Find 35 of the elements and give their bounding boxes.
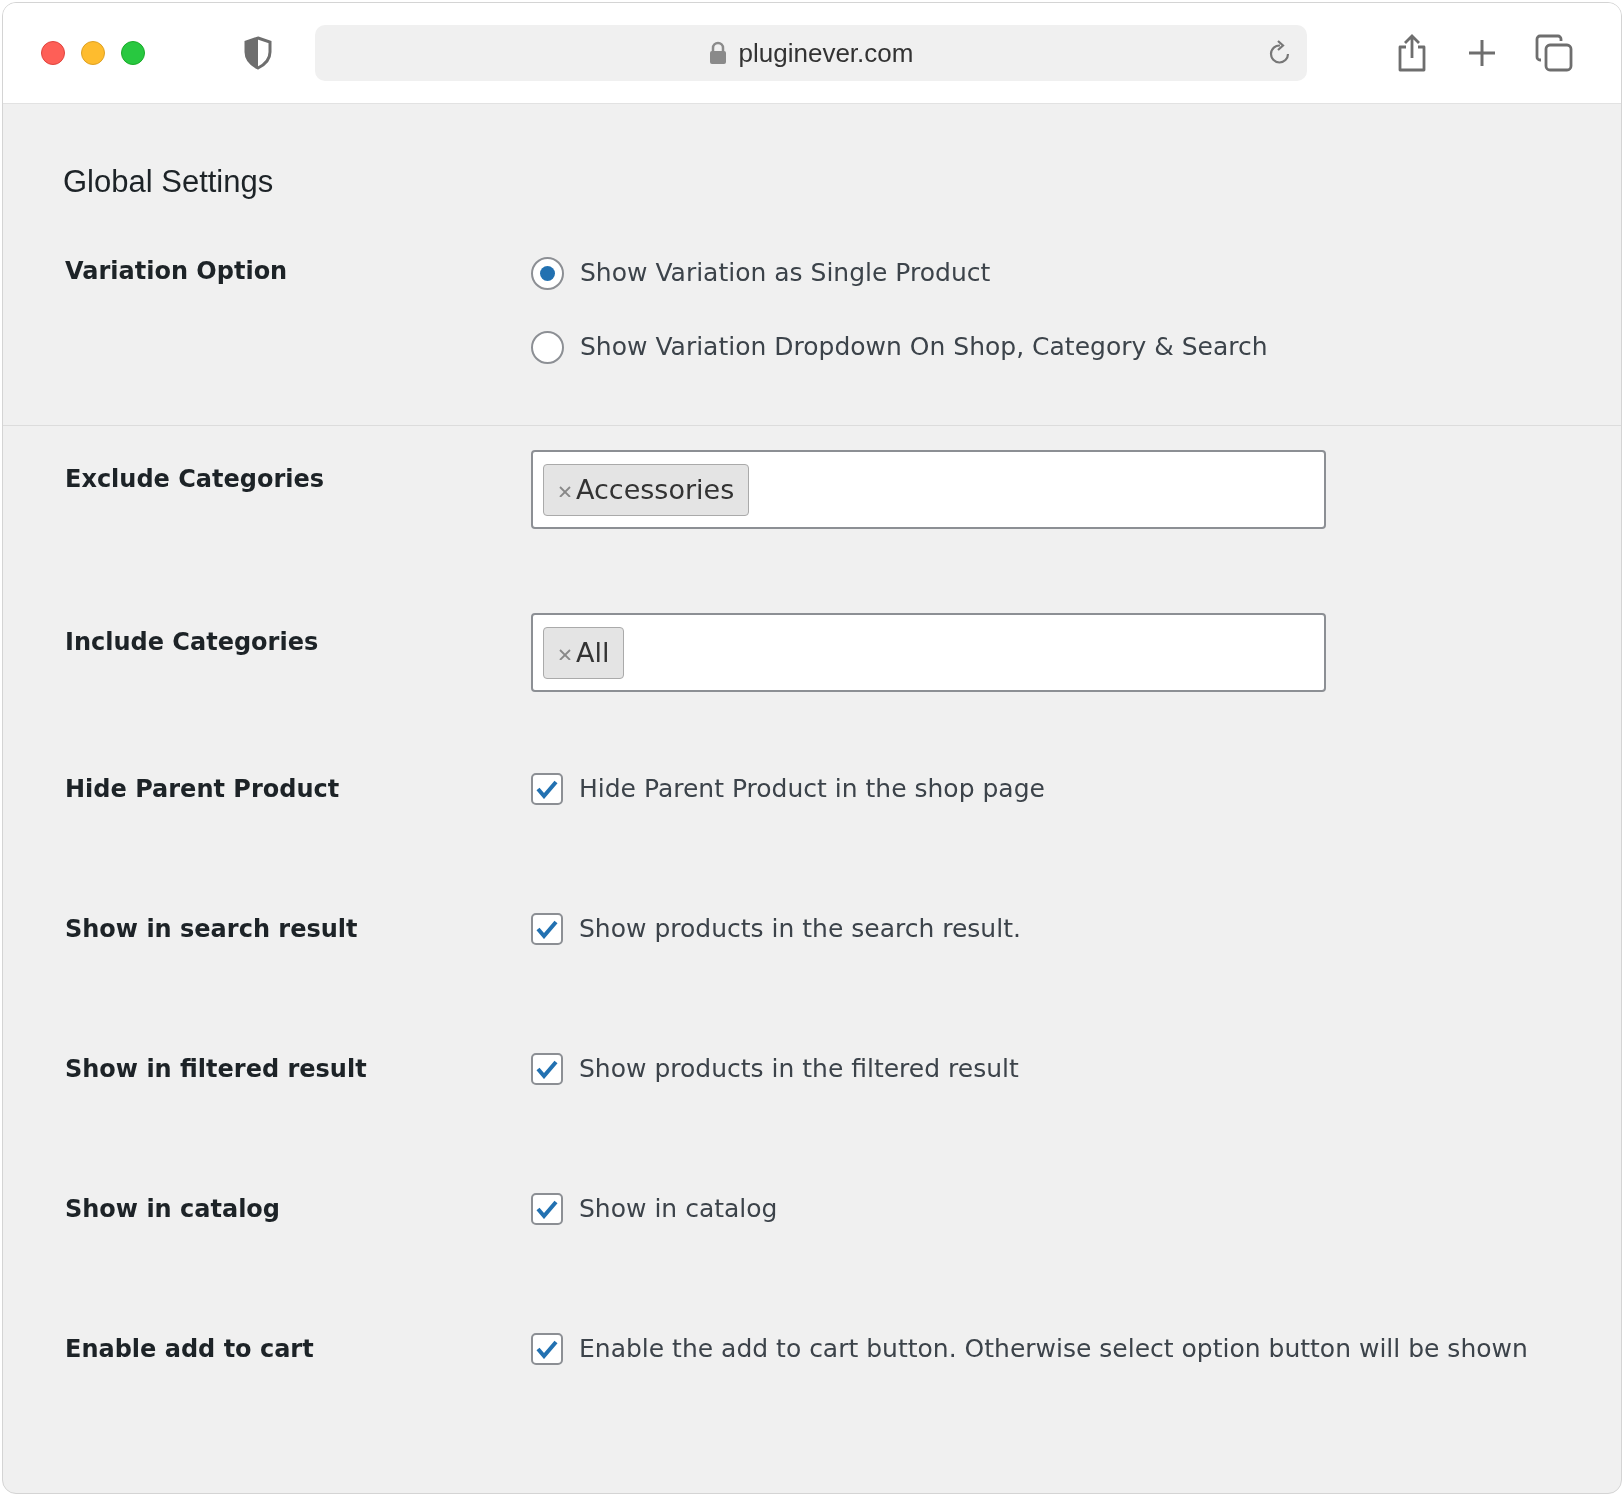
setting-label: Variation Option — [65, 256, 289, 287]
radio-label: Show Variation Dropdown On Shop, Category & Search — [580, 331, 1268, 363]
checkbox[interactable] — [531, 773, 563, 805]
setting-label: Show in search result — [65, 914, 359, 945]
address-bar[interactable]: pluginever.com — [315, 25, 1307, 81]
setting-label: Include Categories — [65, 627, 320, 658]
tag-select-field[interactable]: Accessories — [531, 450, 1326, 529]
checkbox[interactable] — [531, 913, 563, 945]
checkbox-label: Show products in the search result. — [579, 913, 1021, 945]
tag-select-field[interactable]: All — [531, 613, 1326, 692]
setting-label: Hide Parent Product — [65, 774, 341, 805]
radio-button[interactable] — [531, 330, 564, 364]
url-text: pluginever.com — [738, 36, 914, 70]
tag-text: All — [576, 635, 610, 670]
plus-icon[interactable] — [1467, 38, 1497, 68]
setting-label: Exclude Categories — [65, 464, 326, 495]
radio-button[interactable] — [531, 256, 564, 290]
checkbox-label: Enable the add to cart button. Otherwise select option button will be shown — [579, 1333, 1528, 1365]
checkbox[interactable] — [531, 1193, 563, 1225]
checkbox[interactable] — [531, 1333, 563, 1365]
setting-label: Enable add to cart — [65, 1334, 315, 1365]
page-heading: Global Settings — [63, 163, 275, 201]
maximize-window-button[interactable] — [121, 41, 145, 65]
checkbox-label: Show in catalog — [579, 1193, 778, 1225]
shield-icon[interactable] — [243, 36, 273, 70]
checkbox-label: Show products in the filtered result — [579, 1053, 1019, 1085]
setting-label: Show in catalog — [65, 1194, 282, 1225]
checkbox[interactable] — [531, 1053, 563, 1085]
lock-icon — [708, 41, 727, 65]
checkbox-label: Hide Parent Product in the shop page — [579, 773, 1045, 805]
tabs-icon[interactable] — [1535, 34, 1573, 72]
setting-label: Show in filtered result — [65, 1054, 368, 1085]
close-window-button[interactable] — [41, 41, 65, 65]
radio-label: Show Variation as Single Product — [580, 257, 991, 289]
tag-text: Accessories — [576, 472, 735, 507]
